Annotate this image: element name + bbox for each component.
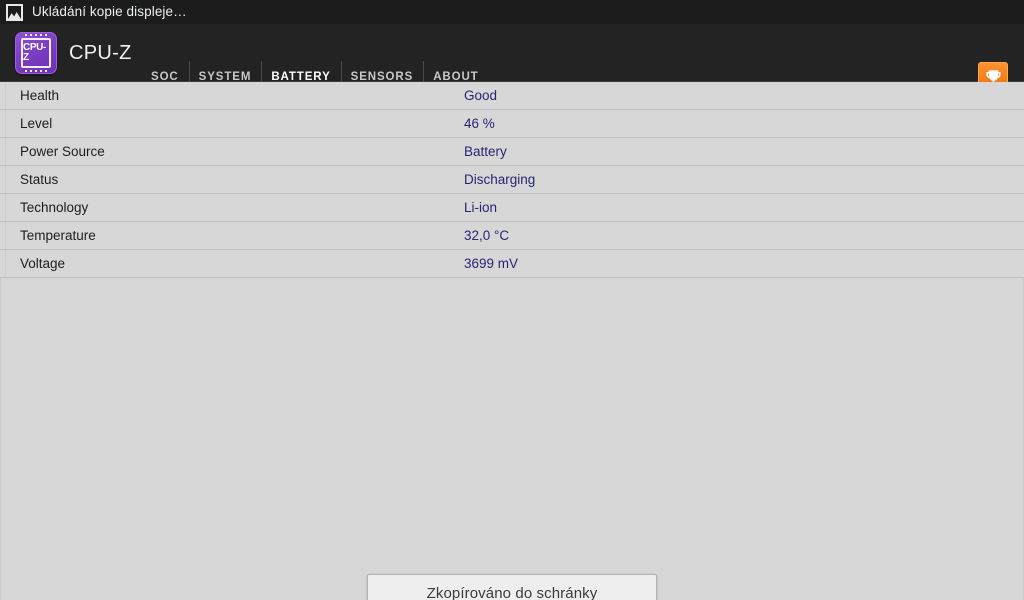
row-label: Health xyxy=(20,88,60,103)
row-value: Good xyxy=(464,88,498,103)
battery-info-list: Health Good Level 46 % Power Source Batt… xyxy=(0,82,1024,278)
image-icon xyxy=(6,3,23,21)
table-row[interactable]: Temperature 32,0 °C xyxy=(0,222,1024,250)
app-screen: Ukládání kopie displeje… CPU-Z CPU-Z SOC… xyxy=(0,0,1024,600)
table-row[interactable]: Status Discharging xyxy=(0,166,1024,194)
row-label: Temperature xyxy=(20,228,96,243)
table-row[interactable]: Technology Li-ion xyxy=(0,194,1024,222)
row-value: 46 % xyxy=(464,116,495,131)
table-row[interactable]: Voltage 3699 mV xyxy=(0,250,1024,278)
row-label: Power Source xyxy=(20,144,105,159)
row-value: Li-ion xyxy=(464,200,498,215)
table-row[interactable]: Power Source Battery xyxy=(0,138,1024,166)
toast-message: Zkopírováno do schránky xyxy=(367,574,657,600)
table-row[interactable]: Health Good xyxy=(0,82,1024,110)
row-label: Level xyxy=(20,116,53,131)
chip-outline: CPU-Z xyxy=(21,34,51,72)
cpuz-logo-icon: CPU-Z xyxy=(15,32,57,74)
app-title: CPU-Z xyxy=(69,41,132,64)
logo-text: CPU-Z xyxy=(23,42,46,63)
battery-info-panel: Health Good Level 46 % Power Source Batt… xyxy=(0,82,1024,600)
app-brand: CPU-Z CPU-Z xyxy=(15,32,132,74)
row-value: Discharging xyxy=(464,172,536,187)
action-bar: CPU-Z CPU-Z SOC SYSTEM BATTERY SENSORS A… xyxy=(0,24,1024,106)
table-row[interactable]: Level 46 % xyxy=(0,110,1024,138)
status-bar-text: Ukládání kopie displeje… xyxy=(32,4,187,19)
status-bar: Ukládání kopie displeje… xyxy=(0,0,1024,24)
row-label: Technology xyxy=(20,200,89,215)
row-value: 3699 mV xyxy=(464,256,519,271)
row-value: Battery xyxy=(464,144,507,159)
row-label: Status xyxy=(20,172,59,187)
row-value: 32,0 °C xyxy=(464,228,510,243)
row-label: Voltage xyxy=(20,256,66,271)
toast-text: Zkopírováno do schránky xyxy=(426,584,598,600)
